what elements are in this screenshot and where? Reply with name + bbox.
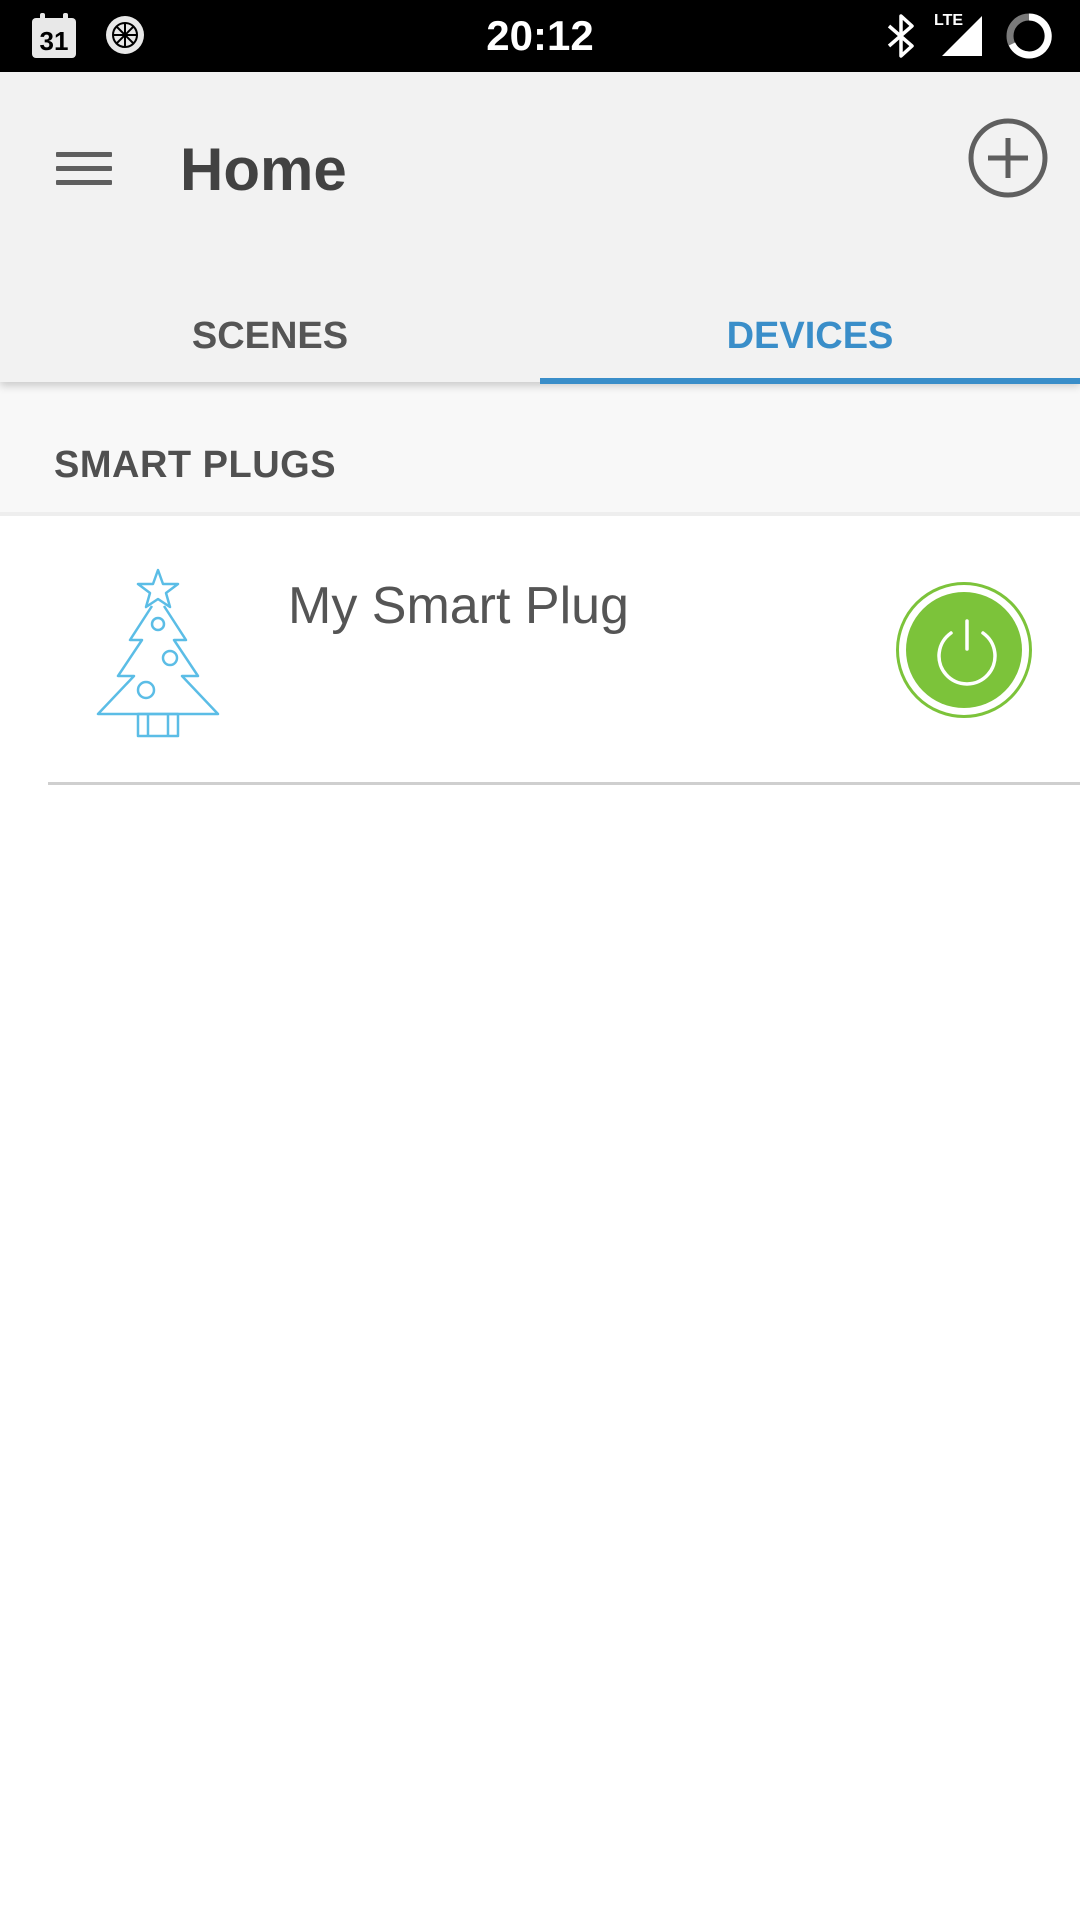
app-bar: Home SCENES DEVICES bbox=[0, 72, 1080, 384]
tab-indicator bbox=[540, 378, 1080, 384]
add-circle-icon bbox=[968, 118, 1048, 198]
bluetooth-icon bbox=[884, 12, 918, 60]
battery-icon bbox=[1004, 11, 1054, 61]
section-title: SMART PLUGS bbox=[54, 444, 337, 486]
christmas-tree-icon bbox=[90, 562, 226, 742]
add-button[interactable] bbox=[966, 116, 1050, 200]
section-header: SMART PLUGS bbox=[0, 382, 1080, 516]
status-time: 20:12 bbox=[486, 12, 594, 59]
tab-scenes[interactable]: SCENES bbox=[0, 284, 540, 382]
device-name: My Smart Plug bbox=[288, 577, 629, 635]
device-row[interactable]: My Smart Plug bbox=[0, 520, 1080, 784]
tab-bar: SCENES DEVICES bbox=[0, 284, 1080, 382]
page-title: Home bbox=[180, 136, 347, 203]
power-icon bbox=[937, 619, 997, 686]
lte-signal-icon bbox=[938, 12, 994, 60]
menu-button[interactable] bbox=[40, 124, 130, 214]
tab-devices[interactable]: DEVICES bbox=[540, 284, 1080, 382]
status-bar: 31 20:12 LTE bbox=[0, 0, 1080, 72]
row-divider bbox=[48, 782, 1080, 785]
power-toggle-button[interactable] bbox=[896, 582, 1032, 718]
